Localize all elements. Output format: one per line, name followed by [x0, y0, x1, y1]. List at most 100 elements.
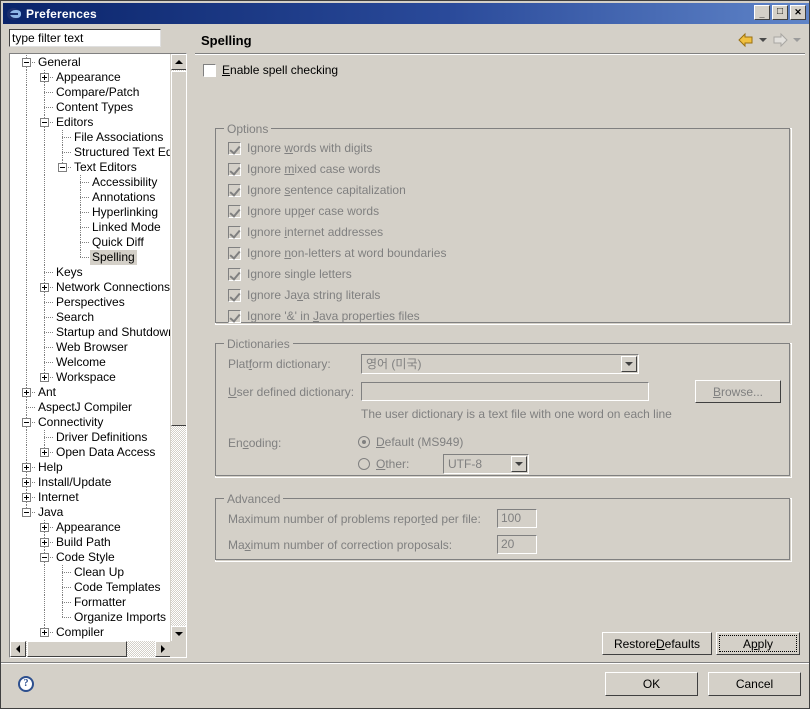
scroll-left-button[interactable]: [10, 641, 26, 657]
vertical-scroll-thumb[interactable]: [171, 71, 186, 426]
tree-item[interactable]: Internet: [10, 490, 171, 505]
encoding-default-radio[interactable]: [358, 436, 370, 448]
tree-item[interactable]: Formatter: [10, 595, 171, 610]
option-row[interactable]: Ignore words with digits: [228, 141, 372, 155]
tree-collapse-icon[interactable]: [40, 553, 49, 562]
tree-collapse-icon[interactable]: [22, 508, 31, 517]
tree-item[interactable]: Spelling: [10, 250, 171, 265]
tree-collapse-icon[interactable]: [22, 58, 31, 67]
tree-item[interactable]: General: [10, 55, 171, 70]
option-row[interactable]: Ignore '&' in Java properties files: [228, 309, 420, 323]
tree-expand-icon[interactable]: [22, 478, 31, 487]
option-checkbox[interactable]: [228, 288, 241, 302]
help-icon[interactable]: ?: [18, 676, 34, 692]
back-arrow-icon[interactable]: [737, 32, 755, 48]
tree-vertical-scrollbar[interactable]: [170, 54, 186, 642]
tree-collapse-icon[interactable]: [22, 418, 31, 427]
tree-expand-icon[interactable]: [40, 538, 49, 547]
back-dropdown-icon[interactable]: [759, 38, 767, 42]
tree-expand-icon[interactable]: [40, 373, 49, 382]
tree-item[interactable]: Structured Text Editor: [10, 145, 171, 160]
max-proposals-input[interactable]: 20: [497, 535, 537, 554]
tree-item[interactable]: File Associations: [10, 130, 171, 145]
tree-item[interactable]: Java: [10, 505, 171, 520]
title-bar[interactable]: Preferences _ □ ✕: [3, 3, 809, 24]
tree-item[interactable]: Annotations: [10, 190, 171, 205]
enable-spell-checking-row[interactable]: Enable spell checking: [203, 63, 338, 77]
encoding-default-row[interactable]: Default (MS949): [358, 435, 463, 449]
maximize-button[interactable]: □: [772, 5, 788, 20]
tree-item[interactable]: Linked Mode: [10, 220, 171, 235]
cancel-button[interactable]: Cancel: [708, 672, 801, 696]
tree-item[interactable]: Ant: [10, 385, 171, 400]
tree-item[interactable]: Help: [10, 460, 171, 475]
minimize-button[interactable]: _: [754, 5, 770, 20]
tree-expand-icon[interactable]: [40, 283, 49, 292]
tree-horizontal-scrollbar[interactable]: [10, 641, 171, 657]
max-problems-input[interactable]: 100: [497, 509, 537, 528]
option-checkbox[interactable]: [228, 225, 241, 239]
tree-expand-icon[interactable]: [40, 523, 49, 532]
apply-button[interactable]: Ap ply: [716, 632, 800, 655]
user-dictionary-input[interactable]: [361, 382, 649, 401]
option-row[interactable]: Ignore sentence capitalization: [228, 183, 406, 197]
filter-input[interactable]: [9, 29, 161, 47]
option-row[interactable]: Ignore mixed case words: [228, 162, 380, 176]
tree-expand-icon[interactable]: [40, 628, 49, 637]
encoding-other-combo[interactable]: UTF-8: [443, 454, 529, 474]
horizontal-scroll-thumb[interactable]: [27, 641, 127, 657]
restore-defaults-button[interactable]: Restore Defaults: [602, 632, 712, 655]
ok-button[interactable]: OK: [605, 672, 698, 696]
option-row[interactable]: Ignore Java string literals: [228, 288, 380, 302]
tree-collapse-icon[interactable]: [40, 118, 49, 127]
tree-item[interactable]: Startup and Shutdown: [10, 325, 171, 340]
tree-item[interactable]: Network Connections: [10, 280, 171, 295]
tree-item[interactable]: Organize Imports: [10, 610, 171, 625]
chevron-down-icon[interactable]: [621, 356, 637, 372]
browse-button[interactable]: Browse...: [695, 380, 781, 403]
option-checkbox[interactable]: [228, 141, 241, 155]
tree-item[interactable]: Code Templates: [10, 580, 171, 595]
option-checkbox[interactable]: [228, 183, 241, 197]
tree-expand-icon[interactable]: [40, 73, 49, 82]
tree-item[interactable]: Install/Update: [10, 475, 171, 490]
option-checkbox[interactable]: [228, 246, 241, 260]
option-checkbox[interactable]: [228, 204, 241, 218]
enable-spell-checking-checkbox[interactable]: [203, 63, 216, 77]
tree-expand-icon[interactable]: [22, 388, 31, 397]
tree-collapse-icon[interactable]: [58, 163, 67, 172]
tree-item[interactable]: Workspace: [10, 370, 171, 385]
tree-item[interactable]: Appearance: [10, 520, 171, 535]
option-row[interactable]: Ignore non-letters at word boundaries: [228, 246, 446, 260]
tree-item[interactable]: Connectivity: [10, 415, 171, 430]
option-checkbox[interactable]: [228, 267, 241, 281]
option-row[interactable]: Ignore single letters: [228, 267, 352, 281]
tree-expand-icon[interactable]: [22, 493, 31, 502]
close-button[interactable]: ✕: [790, 5, 806, 20]
tree-item[interactable]: Hyperlinking: [10, 205, 171, 220]
tree-item[interactable]: AspectJ Compiler: [10, 400, 171, 415]
tree-item[interactable]: Accessibility: [10, 175, 171, 190]
option-checkbox[interactable]: [228, 162, 241, 176]
tree-item[interactable]: Editors: [10, 115, 171, 130]
tree-item[interactable]: Content Types: [10, 100, 171, 115]
tree-item[interactable]: Open Data Access: [10, 445, 171, 460]
option-checkbox[interactable]: [228, 309, 241, 323]
tree-item[interactable]: Welcome: [10, 355, 171, 370]
scroll-right-button[interactable]: [155, 641, 171, 657]
tree-item[interactable]: Clean Up: [10, 565, 171, 580]
tree-item[interactable]: Keys: [10, 265, 171, 280]
tree-item[interactable]: Compiler: [10, 625, 171, 640]
tree-item[interactable]: Compare/Patch: [10, 85, 171, 100]
tree-expand-icon[interactable]: [22, 463, 31, 472]
scroll-up-button[interactable]: [171, 54, 186, 70]
option-row[interactable]: Ignore internet addresses: [228, 225, 383, 239]
tree-item[interactable]: Search: [10, 310, 171, 325]
preference-tree[interactable]: General Appearance Compare/Patch Content Ty…: [9, 53, 187, 658]
panel-splitter[interactable]: [189, 26, 192, 660]
tree-item[interactable]: Quick Diff: [10, 235, 171, 250]
tree-item[interactable]: Text Editors: [10, 160, 171, 175]
tree-item[interactable]: Web Browser: [10, 340, 171, 355]
encoding-other-radio[interactable]: [358, 458, 370, 470]
tree-item[interactable]: Perspectives: [10, 295, 171, 310]
